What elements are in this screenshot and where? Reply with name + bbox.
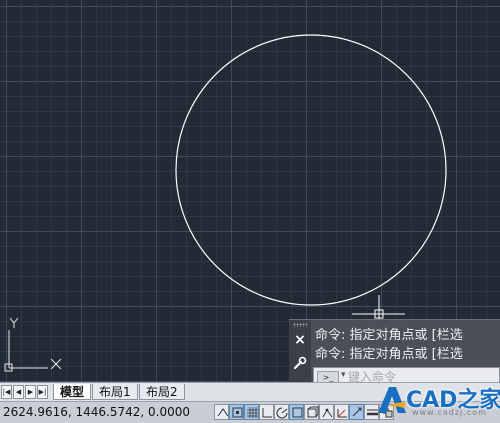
next-tab-button[interactable]: ▶ [25,385,36,399]
ortho-mode-icon [262,408,272,418]
3d-object-snap-icon [307,406,319,418]
status-toggle-dynamic-ucs[interactable] [334,404,349,420]
dynamic-input-icon [352,407,362,417]
status-toggle-ortho-mode[interactable] [259,404,274,420]
last-tab-button[interactable]: ▶| [37,385,48,399]
status-toggle-snap-mode[interactable] [229,404,244,420]
tab-layout1[interactable]: 布局1 [92,384,138,400]
snap-mode-icon [232,407,243,418]
command-window[interactable]: × 命令: 指定对角点或 [栏选 命令: 指定对角点或 [栏选 >_ ▾ 键入命… [289,319,500,388]
first-tab-button[interactable]: |◀ [1,385,12,399]
status-toggle-infer-constraints[interactable] [214,404,229,420]
crosshair-cursor [352,295,405,320]
circle-entity[interactable] [175,34,447,306]
polar-tracking-icon [276,407,288,419]
ucs-icon [4,317,62,372]
command-history-line: 命令: 指定对角点或 [栏选 [315,328,463,343]
infer-constraints-icon [217,408,229,417]
status-toggle-grid-display[interactable] [244,404,259,420]
close-icon[interactable]: × [293,333,307,347]
status-toggle-object-snap[interactable] [289,404,304,420]
watermark-logo: CAD之家 www.cadzj.com [372,380,500,422]
wrench-icon[interactable] [293,355,307,370]
status-toggle-object-snap-tracking[interactable] [319,404,334,420]
tab-layout2[interactable]: 布局2 [139,384,185,400]
object-snap-tracking-icon [322,408,333,418]
watermark-subtext: www.cadzj.com [412,408,487,417]
status-toggle-3d-object-snap[interactable] [304,404,319,420]
grip-dots-icon[interactable] [293,323,307,327]
tab-model[interactable]: 模型 [53,384,92,400]
prev-tab-button[interactable]: ◀ [13,385,24,399]
logo-icon [378,387,406,413]
command-window-grip[interactable]: × [289,320,311,388]
coordinate-readout[interactable]: 2624.9616, 1446.5742, 0.0000 [3,404,190,421]
chevron-down-icon[interactable]: ▾ [341,370,346,380]
dynamic-ucs-icon [337,409,347,418]
status-toggle-dynamic-input[interactable] [349,404,364,420]
grid-display-icon [247,407,258,418]
status-toggle-polar-tracking[interactable] [274,404,289,420]
object-snap-icon [292,407,303,418]
command-history-line: 命令: 指定对角点或 [栏选 [315,347,463,362]
